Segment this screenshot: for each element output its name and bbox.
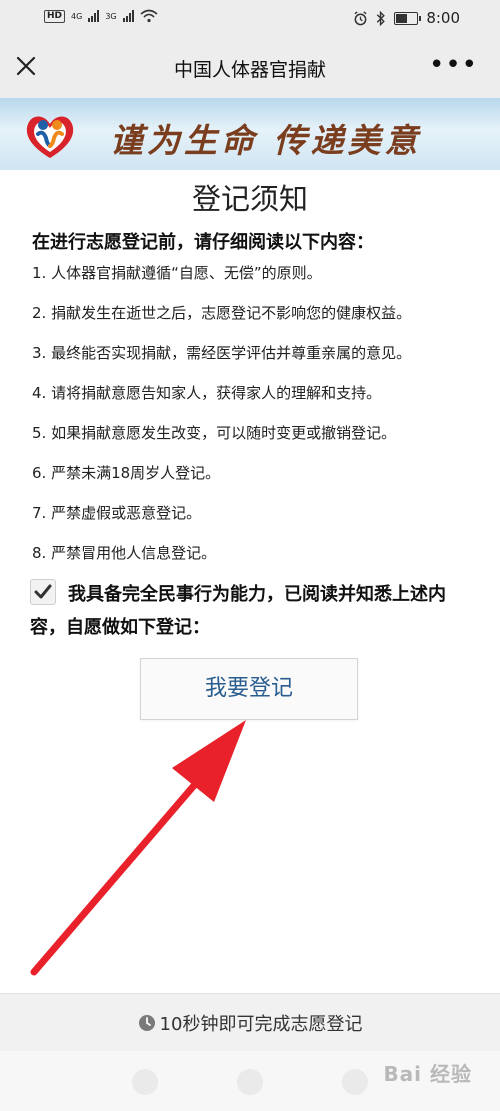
status-bar: HD 4G 3G 8:00 xyxy=(0,0,500,36)
banner-slogan: 谨为生命 传递美意 xyxy=(110,121,422,160)
hd-badge: HD xyxy=(44,9,66,23)
consent-text: 我具备完全民事行为能力，已阅读并知悉上述内容，自愿做如下登记： xyxy=(30,584,446,638)
page-header-title: 中国人体器官捐献 xyxy=(173,59,326,81)
organ-donation-logo xyxy=(26,116,74,158)
rule-item: 7. 严禁虚假或恶意登记。 xyxy=(32,504,202,522)
rule-item: 8. 严禁冒用他人信息登记。 xyxy=(32,544,217,562)
rule-item: 5. 如果捐献意愿发生改变，可以随时变更或撤销登记。 xyxy=(32,424,397,442)
rule-item: 4. 请将捐献意愿告知家人，获得家人的理解和支持。 xyxy=(32,384,382,402)
rules-list: 1. 人体器官捐献遵循“自愿、无偿”的原则。 2. 捐献发生在逝世之后，志愿登记… xyxy=(32,262,411,582)
watermark: Bai 经验 xyxy=(383,1062,472,1086)
clock-icon xyxy=(138,1015,155,1031)
status-right: 8:00 xyxy=(353,9,460,27)
footer-note-text: 10秒钟即可完成志愿登记 xyxy=(159,1014,363,1035)
banner: 谨为生命 传递美意 xyxy=(0,98,500,170)
alarm-icon xyxy=(354,10,367,25)
wifi-icon xyxy=(140,9,158,23)
network-3g: 3G xyxy=(105,11,117,21)
signal-icon xyxy=(88,10,100,22)
nav-forward-icon[interactable] xyxy=(342,1069,368,1095)
nav-back-icon[interactable] xyxy=(132,1069,158,1095)
consent-row: 我具备完全民事行为能力，已阅读并知悉上述内容，自愿做如下登记： xyxy=(30,578,476,644)
more-icon[interactable]: ••• xyxy=(429,50,478,80)
rule-item: 6. 严禁未满18周岁人登记。 xyxy=(32,464,221,482)
register-button[interactable]: 我要登记 xyxy=(140,658,358,720)
rule-item: 2. 捐献发生在逝世之后，志愿登记不影响您的健康权益。 xyxy=(32,304,412,322)
rule-item: 3. 最终能否实现捐献，需经医学评估并尊重亲属的意见。 xyxy=(32,344,412,362)
battery-icon xyxy=(394,11,422,25)
consent-checkbox[interactable] xyxy=(30,579,56,605)
status-left: HD 4G 3G xyxy=(44,9,158,23)
rule-item: 1. 人体器官捐献遵循“自愿、无偿”的原则。 xyxy=(32,264,322,282)
footer-note: 10秒钟即可完成志愿登记 xyxy=(0,993,500,1052)
status-time: 8:00 xyxy=(426,9,460,27)
nav-home-icon[interactable] xyxy=(237,1069,263,1095)
bluetooth-icon xyxy=(377,10,386,26)
nav-bar: 中国人体器官捐献 ••• xyxy=(0,36,500,99)
page-title: 登记须知 xyxy=(191,182,308,216)
network-4g: 4G xyxy=(71,11,83,21)
battery-level xyxy=(396,13,408,23)
signal-icon-2 xyxy=(122,10,134,22)
checkmark-icon xyxy=(34,584,52,599)
intro-text: 在进行志愿登记前，请仔细阅读以下内容： xyxy=(32,232,374,253)
